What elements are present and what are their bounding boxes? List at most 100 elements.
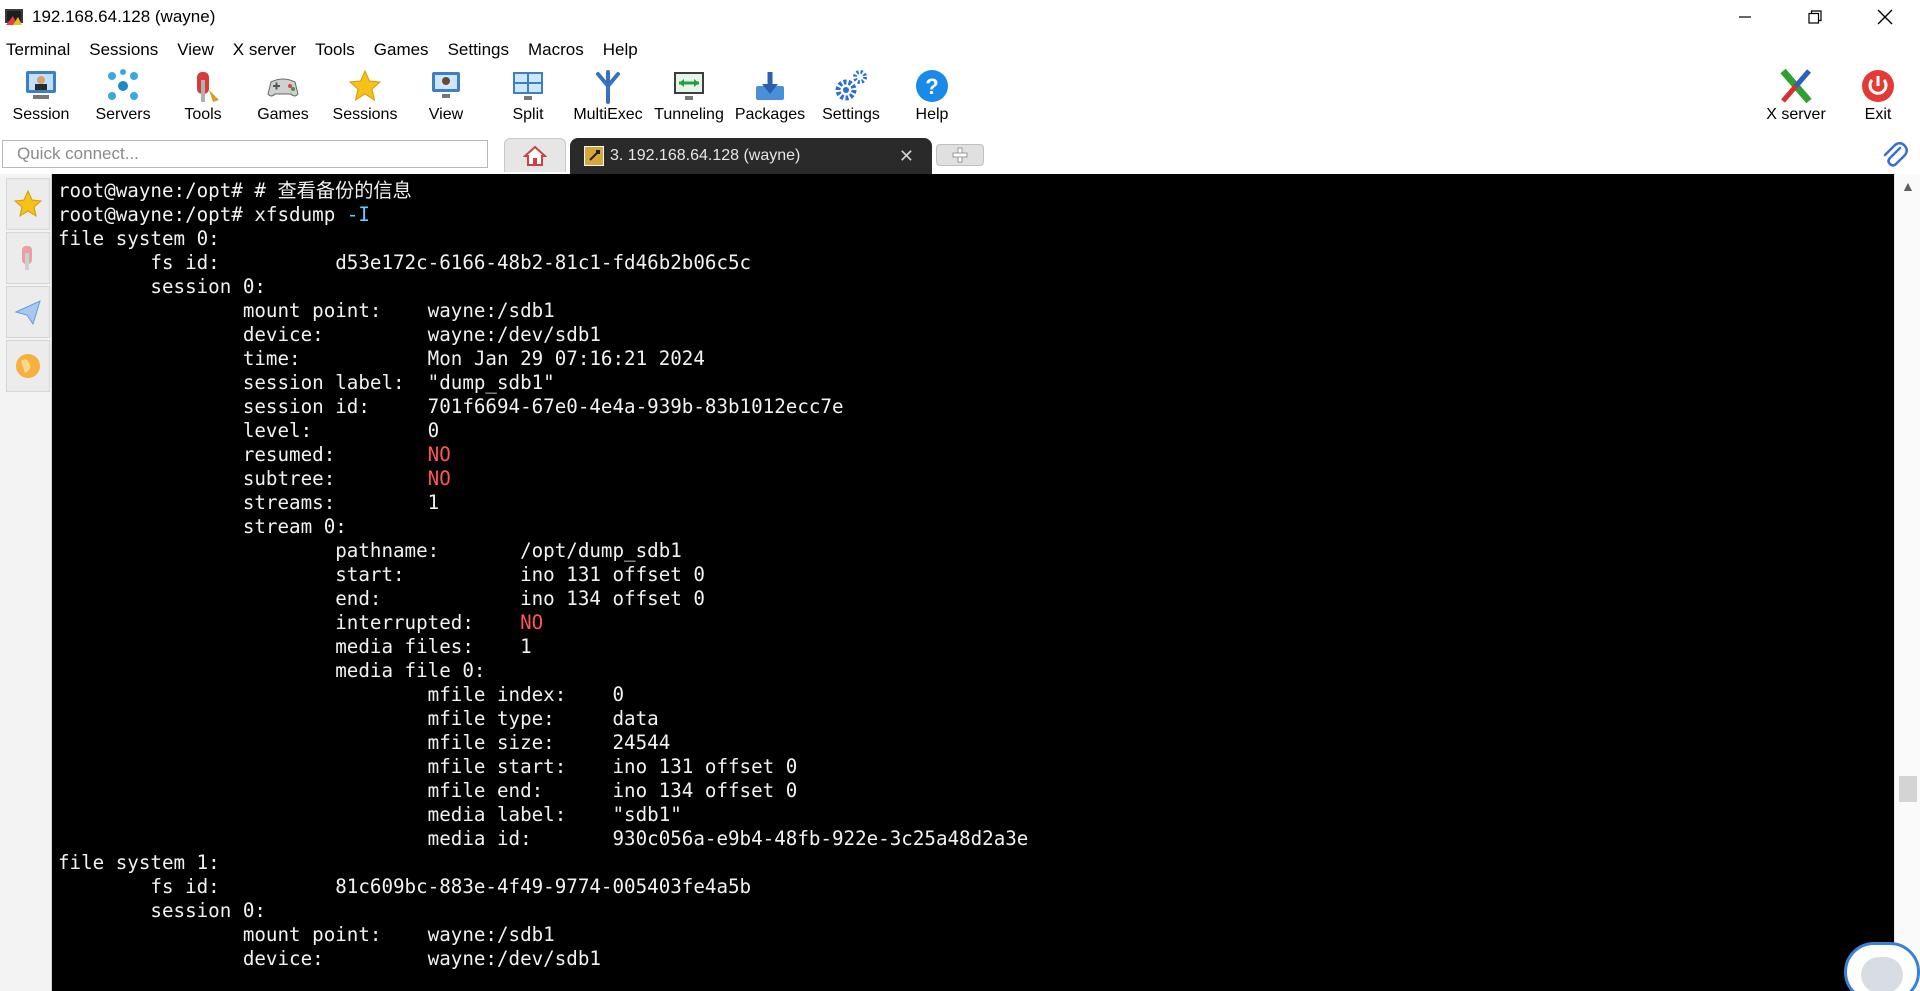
terminal-line: root@wayne:/opt# # 查看备份的信息 [58,179,1028,203]
exit-button[interactable]: Exit [1838,64,1918,130]
settings-gears-icon [831,66,871,106]
close-tab-icon[interactable]: ✕ [899,146,914,167]
menu-view[interactable]: View [171,40,222,60]
terminal-line: start: ino 131 offset 0 [58,563,1028,587]
close-window-button[interactable] [1850,0,1920,34]
terminal-text: root@wayne:/opt# xfsdump [58,203,347,226]
terminal-text: session 0: [58,275,266,298]
main-toolbar: Session Servers Tools Games Sessions Vie… [0,64,1920,130]
minimize-icon [1739,16,1751,18]
terminal-line: interrupted: NO [58,611,1028,635]
terminal-text: fs id: d53e172c-6166-48b2-81c1-fd46b2b06… [58,251,752,274]
x-server-button[interactable]: X server [1756,64,1836,130]
terminal-line: file system 0: [58,227,1028,251]
terminal-text: start: ino 131 offset 0 [58,563,705,586]
terminal-text: media files: 1 [58,635,532,658]
help-question-icon: ? [912,66,952,106]
terminal-line: mount point: wayne:/sdb1 [58,923,1028,947]
floating-assistant-button[interactable] [1844,942,1920,991]
terminal-text: file system 0: [58,227,220,250]
terminal-text: NO [520,611,544,634]
terminal-line: mfile type: data [58,707,1028,731]
packages-label: Packages [734,106,806,123]
assistant-avatar-icon [1861,957,1903,991]
terminal-text: stream 0: [58,515,347,538]
terminal-line: device: wayne:/dev/sdb1 [58,323,1028,347]
settings-button[interactable]: Settings [811,64,891,130]
terminal-output[interactable]: root@wayne:/opt# # 查看备份的信息 root@wayne:/op… [52,174,1894,991]
menu-tools[interactable]: Tools [309,40,363,60]
sidebar-macros-tab[interactable] [6,286,50,338]
menu-sessions[interactable]: Sessions [83,40,166,60]
packages-button[interactable]: Packages [730,64,810,130]
mobaxterm-app-icon[interactable] [4,7,24,27]
quick-connect-input[interactable]: Quick connect... [2,140,488,168]
attach-button[interactable] [1880,140,1908,168]
terminal-text: level: 0 [58,419,440,442]
globe-icon [16,354,40,378]
menu-x-server[interactable]: X server [227,40,304,60]
menu-bar: Terminal Sessions View X server Tools Ga… [0,36,651,64]
menu-games[interactable]: Games [368,40,437,60]
menu-macros[interactable]: Macros [522,40,592,60]
terminal-line: resumed: NO [58,443,1028,467]
sidebar-sftp-tab[interactable] [6,340,50,392]
terminal-text: device: wayne:/dev/sdb1 [58,947,601,970]
sidebar-sessions-tab[interactable] [6,178,50,230]
scroll-up-icon[interactable]: ▲ [1901,178,1915,194]
terminal-text: NO [427,443,451,466]
tab-row: Quick connect... 3. 192.168.64.128 (wayn… [0,136,1920,174]
tools-knife-icon [183,66,223,106]
multiexec-button[interactable]: MultiExec [568,64,648,130]
games-button[interactable]: Games [243,64,323,130]
terminal-text: mfile type: data [58,707,659,730]
x-server-icon [1776,66,1816,106]
paper-plane-icon [14,300,41,326]
terminal-line: fs id: 81c609bc-883e-4f49-9774-005403fe4… [58,875,1028,899]
sessions-star-icon [345,66,385,106]
servers-button[interactable]: Servers [83,64,163,130]
restore-icon [1808,10,1822,24]
terminal-text: session 0: [58,899,266,922]
tunneling-button[interactable]: Tunneling [649,64,729,130]
svg-text:?: ? [925,74,938,99]
home-icon [523,145,547,166]
terminal-line: root@wayne:/opt# xfsdump -I [58,203,1028,227]
terminal-line: session 0: [58,275,1028,299]
new-tab-button[interactable] [936,144,984,166]
star-icon [13,189,43,218]
terminal-text: media file 0: [58,659,486,682]
sidebar-tools-tab[interactable] [6,232,50,284]
terminal-text: mount point: wayne:/sdb1 [58,299,555,322]
terminal-line: stream 0: [58,515,1028,539]
terminal-scrollbar[interactable]: ▲ [1894,174,1920,991]
games-gamepad-icon [263,66,303,106]
scrollbar-thumb[interactable] [1899,776,1917,802]
terminal-line: mount point: wayne:/sdb1 [58,299,1028,323]
terminal-text: media id: 930c056a-e9b4-48fb-922e-3c25a4… [58,827,1029,850]
menu-settings[interactable]: Settings [442,40,517,60]
terminal-text: mfile start: ino 131 offset 0 [58,755,798,778]
restore-button[interactable] [1780,0,1850,34]
games-label: Games [257,106,309,123]
session-button[interactable]: Session [1,64,81,130]
menu-help[interactable]: Help [597,40,646,60]
multiexec-label: MultiExec [573,106,643,123]
window-controls [1710,0,1920,34]
window-title: 192.168.64.128 (wayne) [32,7,216,26]
terminal-line: session id: 701f6694-67e0-4e4a-939b-83b1… [58,395,1028,419]
split-button[interactable]: Split [488,64,568,130]
tools-button[interactable]: Tools [163,64,243,130]
sessions-button[interactable]: Sessions [325,64,405,130]
title-bar: 192.168.64.128 (wayne) [0,0,1920,34]
menu-terminal[interactable]: Terminal [0,40,78,60]
home-tab[interactable] [504,138,566,172]
session-tab-active[interactable]: 3. 192.168.64.128 (wayne) ✕ [570,138,932,174]
terminal-line: session label: "dump_sdb1" [58,371,1028,395]
minimize-button[interactable] [1710,0,1780,34]
terminal-line: streams: 1 [58,491,1028,515]
terminal-text: end: ino 134 offset 0 [58,587,705,610]
help-button[interactable]: ? Help [892,64,972,130]
view-button[interactable]: View [406,64,486,130]
terminal-session-icon [584,146,604,166]
